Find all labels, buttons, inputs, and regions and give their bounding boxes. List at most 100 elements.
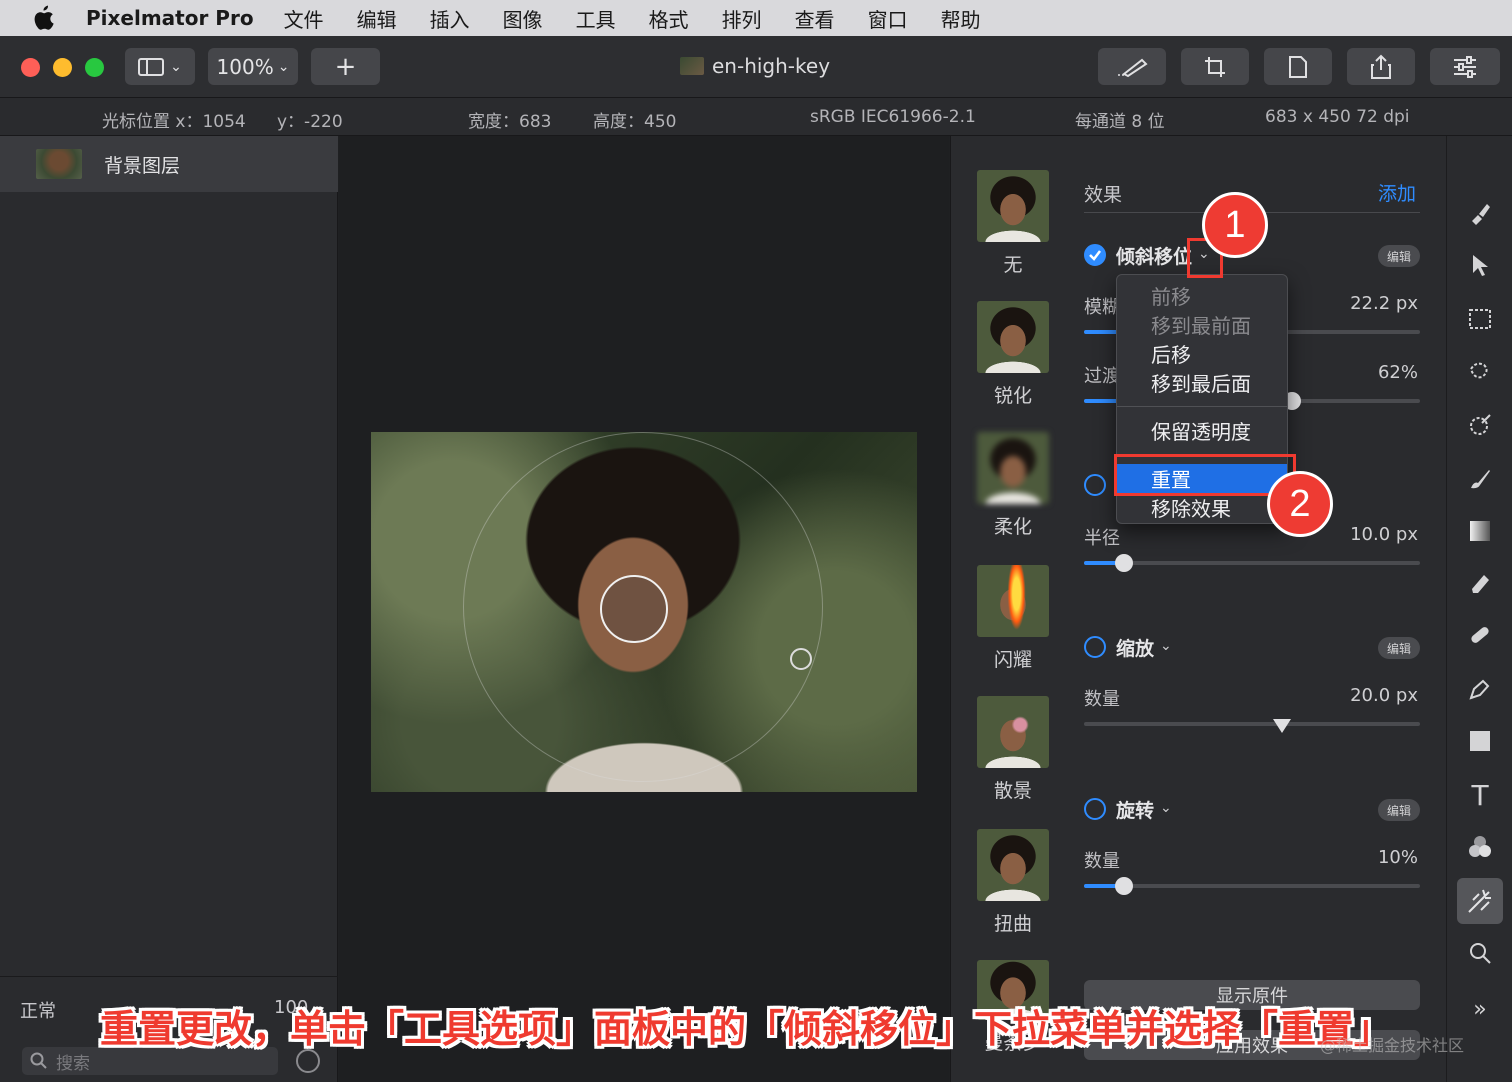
arrange-tool-icon[interactable] <box>1467 252 1493 278</box>
apple-icon[interactable] <box>32 3 60 33</box>
tilt-shift-name: 倾斜移位 <box>1116 246 1193 268</box>
repair-tool-icon[interactable] <box>1467 622 1493 648</box>
text-tool-icon[interactable]: T <box>1467 779 1493 812</box>
paint-tool-icon[interactable] <box>1467 200 1493 226</box>
zoom-tool-icon[interactable] <box>1467 940 1493 966</box>
radius-slider[interactable] <box>1084 554 1420 572</box>
add-button[interactable]: + <box>311 48 380 85</box>
canvas-image[interactable] <box>371 432 917 792</box>
pen-tool-icon[interactable] <box>1467 676 1493 702</box>
tilt-shift-angle-handle[interactable] <box>790 648 812 670</box>
rotate-amount-label: 数量 <box>1084 851 1120 872</box>
transition-value[interactable]: 62% <box>1298 362 1418 383</box>
rotate-amount-slider[interactable] <box>1084 877 1420 895</box>
transition-label: 过渡 <box>1084 366 1120 387</box>
effect-preset-none[interactable]: 无 <box>977 170 1049 277</box>
menu-file[interactable]: 文件 <box>284 4 324 33</box>
effect-thumbnail <box>977 565 1049 637</box>
zoom-amount-slider[interactable] <box>1084 719 1420 733</box>
crop-button[interactable] <box>1181 48 1249 85</box>
app-menu[interactable]: Pixelmator Pro <box>86 6 254 30</box>
effects-tool-icon[interactable] <box>1457 878 1503 924</box>
menu-format[interactable]: 格式 <box>649 4 689 33</box>
menu-help[interactable]: 帮助 <box>941 4 981 33</box>
menu-item-send-backward[interactable]: 后移 <box>1117 339 1287 368</box>
annotation-badge-2: 2 <box>1267 471 1333 537</box>
document-name: en-high-key <box>712 54 831 78</box>
adjustments-button[interactable] <box>1430 48 1500 85</box>
rotate-amount-value[interactable]: 10% <box>1298 847 1418 868</box>
effect-preset-sharpen[interactable]: 锐化 <box>977 301 1049 408</box>
brush-tool-icon[interactable] <box>1467 466 1493 492</box>
shape-tool-icon[interactable] <box>1467 728 1493 754</box>
menu-tools[interactable]: 工具 <box>576 4 616 33</box>
document-icon <box>1289 55 1307 78</box>
cursor-y: y：-220 <box>277 112 343 132</box>
menu-item-send-to-back[interactable]: 移到最后面 <box>1117 368 1287 397</box>
minimize-window-button[interactable] <box>53 58 72 77</box>
magic-select-icon[interactable] <box>1467 358 1493 384</box>
menu-item-bring-forward[interactable]: 前移 <box>1117 281 1287 310</box>
rotate-amount-slider-knob[interactable] <box>1115 877 1134 895</box>
zoom-effect-edit-button[interactable]: 编辑 <box>1378 637 1420 659</box>
share-icon <box>1371 54 1391 79</box>
menu-insert[interactable]: 插入 <box>430 4 470 33</box>
rectangle-select-icon[interactable] <box>1467 306 1493 332</box>
menu-item-preserve-transparency[interactable]: 保留透明度 <box>1117 416 1287 445</box>
tilt-shift-center-handle[interactable] <box>600 575 668 643</box>
tilt-shift-checkbox[interactable] <box>1084 244 1106 266</box>
crop-icon <box>1205 56 1225 77</box>
second-effect-checkbox[interactable] <box>1084 474 1106 496</box>
canvas-area[interactable] <box>339 136 949 1082</box>
blend-mode-dropdown[interactable]: 正常 <box>20 997 56 1023</box>
effect-label: 散景 <box>993 780 1032 802</box>
layer-row-background[interactable]: 背景图层 <box>0 136 338 192</box>
sliders-icon <box>1454 55 1476 78</box>
chevron-down-icon[interactable]: ⌄ <box>1160 638 1172 654</box>
menu-image[interactable]: 图像 <box>503 4 543 33</box>
menu-view[interactable]: 查看 <box>795 4 835 33</box>
menu-item-remove-effect[interactable]: 移除效果 <box>1117 493 1287 522</box>
chevron-down-icon: ⌄ <box>277 58 290 75</box>
gradient-tool-icon[interactable] <box>1467 518 1493 544</box>
export-document-button[interactable] <box>1264 48 1332 85</box>
style-tool-button[interactable] <box>1098 48 1166 85</box>
bit-depth: 每通道 8 位 <box>1075 112 1165 132</box>
color-select-icon[interactable] <box>1467 412 1493 438</box>
chevron-down-icon[interactable]: ⌄ <box>1160 800 1172 816</box>
zoom-amount-value[interactable]: 20.0 px <box>1298 685 1418 706</box>
zoom-effect-checkbox[interactable] <box>1084 636 1106 658</box>
layers-panel: 背景图层 正常 100 搜索 <box>0 136 338 1082</box>
menu-item-bring-to-front[interactable]: 移到最前面 <box>1117 310 1287 339</box>
tilt-shift-edit-button[interactable]: 编辑 <box>1378 245 1420 267</box>
color-profile: sRGB IEC61966-2.1 <box>810 107 976 127</box>
share-button[interactable] <box>1347 48 1415 85</box>
rotate-effect-edit-button[interactable]: 编辑 <box>1378 799 1420 821</box>
effect-label: 柔化 <box>993 516 1032 538</box>
blur-label: 模糊 <box>1084 297 1120 318</box>
checkmark-icon <box>1089 250 1101 261</box>
zoom-amount-label: 数量 <box>1084 689 1120 710</box>
color-adjust-icon[interactable] <box>1467 834 1493 860</box>
effect-preset-distort[interactable]: 扭曲 <box>977 829 1049 936</box>
effect-preset-soften[interactable]: 柔化 <box>977 432 1049 539</box>
radius-slider-knob[interactable] <box>1115 554 1134 572</box>
zoom-window-button[interactable] <box>85 58 104 77</box>
effect-thumbnail <box>977 696 1049 768</box>
effect-preset-flare[interactable]: 闪耀 <box>977 565 1049 672</box>
effects-section-title: 效果 <box>1084 184 1123 206</box>
menu-arrange[interactable]: 排列 <box>722 4 762 33</box>
close-window-button[interactable] <box>21 58 40 77</box>
menu-window[interactable]: 窗口 <box>868 4 908 33</box>
menu-edit[interactable]: 编辑 <box>357 4 397 33</box>
document-title: en-high-key <box>680 54 830 78</box>
effect-preset-bokeh[interactable]: 散景 <box>977 696 1049 803</box>
add-effect-link[interactable]: 添加 <box>1378 179 1416 206</box>
zoom-level-dropdown[interactable]: 100% ⌄ <box>208 48 298 85</box>
eraser-tool-icon[interactable] <box>1467 570 1493 596</box>
more-tools-icon[interactable]: » <box>1467 996 1493 1022</box>
blur-value[interactable]: 22.2 px <box>1298 293 1418 314</box>
zoom-amount-slider-knob[interactable] <box>1273 719 1292 733</box>
sidebar-toggle-button[interactable]: ⌄ <box>125 48 195 85</box>
rotate-effect-checkbox[interactable] <box>1084 798 1106 820</box>
